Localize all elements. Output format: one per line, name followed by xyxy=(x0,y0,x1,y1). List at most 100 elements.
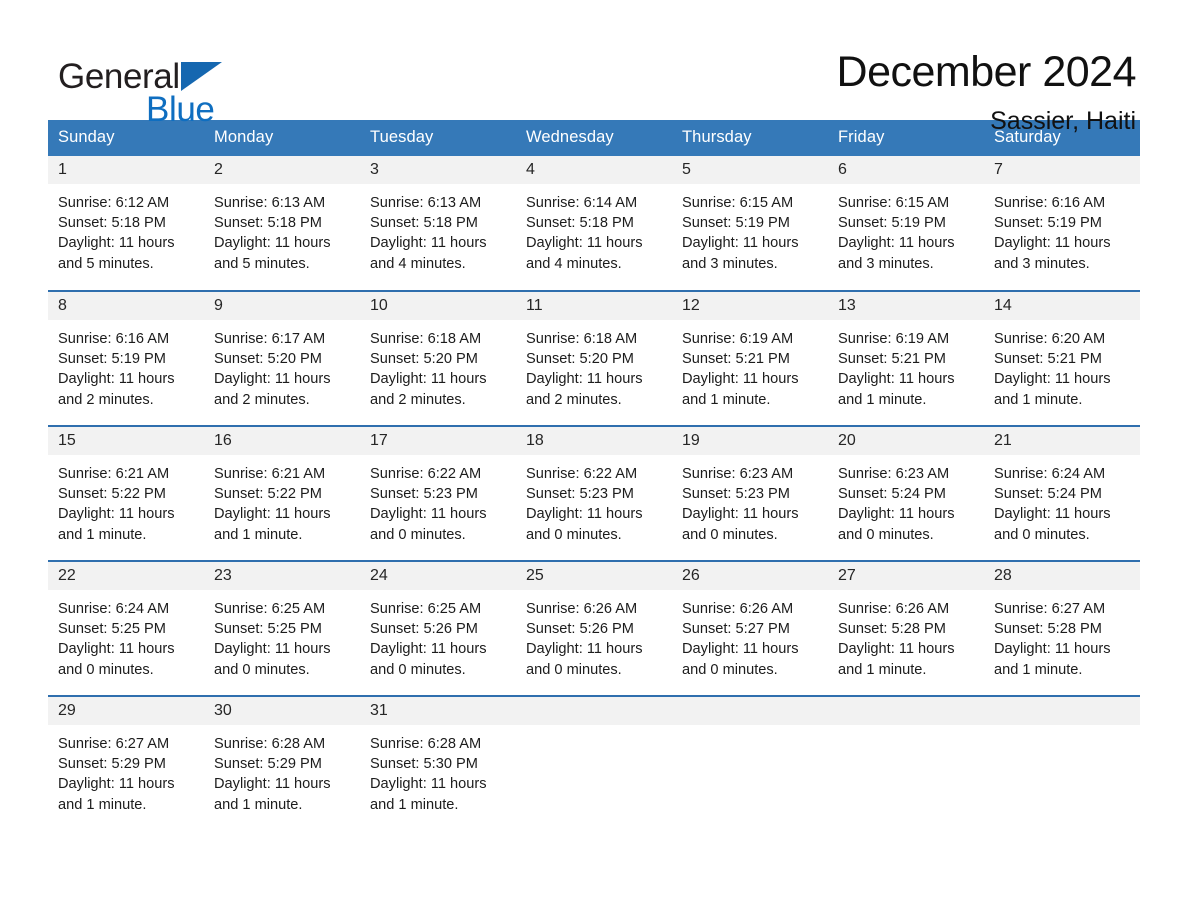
calendar-day-cell[interactable]: 6 Sunrise: 6:15 AM Sunset: 5:19 PM Daylight… xyxy=(828,156,984,291)
daylight-text-line1: Daylight: 11 hours xyxy=(58,506,175,523)
calendar-day-cell[interactable]: 23 Sunrise: 6:25 AM Sunset: 5:25 PM Dayligh… xyxy=(204,561,360,696)
day-details: Sunrise: 6:24 AM Sunset: 5:25 PM Daylight:… xyxy=(48,590,204,680)
sunrise-text: Sunrise: 6:20 AM xyxy=(994,331,1106,347)
calendar-week-row: 1 Sunrise: 6:12 AM Sunset: 5:18 PM Daylight… xyxy=(48,156,1140,291)
calendar-day-cell[interactable]: 20 Sunrise: 6:23 AM Sunset: 5:24 PM Dayligh… xyxy=(828,426,984,561)
daylight-text-line2: and 4 minutes. xyxy=(370,255,466,272)
calendar-day-cell[interactable]: 22 Sunrise: 6:24 AM Sunset: 5:25 PM Dayligh… xyxy=(48,561,204,696)
sunrise-text: Sunrise: 6:22 AM xyxy=(370,466,482,482)
daylight-text-line1: Daylight: 11 hours xyxy=(214,776,331,793)
calendar-day-cell[interactable]: 13 Sunrise: 6:19 AM Sunset: 5:21 PM Dayligh… xyxy=(828,291,984,426)
daylight-text-line1: Daylight: 11 hours xyxy=(526,371,643,388)
day-number xyxy=(984,697,1140,725)
sunset-text: Sunset: 5:19 PM xyxy=(994,215,1102,232)
calendar-day-cell[interactable]: 11 Sunrise: 6:18 AM Sunset: 5:20 PM Dayligh… xyxy=(516,291,672,426)
sunset-text: Sunset: 5:28 PM xyxy=(838,621,946,638)
sunrise-text: Sunrise: 6:25 AM xyxy=(214,601,326,617)
calendar-day-cell[interactable]: 17 Sunrise: 6:22 AM Sunset: 5:23 PM Dayligh… xyxy=(360,426,516,561)
sunrise-text: Sunrise: 6:26 AM xyxy=(682,601,794,617)
daylight-text-line1: Daylight: 11 hours xyxy=(214,371,331,388)
day-number: 19 xyxy=(672,427,828,455)
day-details: Sunrise: 6:20 AM Sunset: 5:21 PM Daylight:… xyxy=(984,320,1140,410)
day-details: Sunrise: 6:22 AM Sunset: 5:23 PM Daylight:… xyxy=(516,455,672,545)
day-number: 26 xyxy=(672,562,828,590)
daylight-text-line1: Daylight: 11 hours xyxy=(682,641,799,658)
daylight-text-line1: Daylight: 11 hours xyxy=(526,641,643,658)
day-details xyxy=(516,725,672,734)
sunrise-text: Sunrise: 6:18 AM xyxy=(370,331,482,347)
calendar-day-cell[interactable]: 5 Sunrise: 6:15 AM Sunset: 5:19 PM Daylight… xyxy=(672,156,828,291)
daylight-text-line1: Daylight: 11 hours xyxy=(994,641,1111,658)
calendar-day-cell[interactable]: 25 Sunrise: 6:26 AM Sunset: 5:26 PM Dayligh… xyxy=(516,561,672,696)
sunset-text: Sunset: 5:29 PM xyxy=(214,756,322,773)
sunrise-text: Sunrise: 6:23 AM xyxy=(682,466,794,482)
day-number: 6 xyxy=(828,156,984,184)
calendar-day-cell[interactable]: 21 Sunrise: 6:24 AM Sunset: 5:24 PM Dayligh… xyxy=(984,426,1140,561)
title-block: December 2024 Sassier, Haiti xyxy=(836,48,1137,136)
sunset-text: Sunset: 5:18 PM xyxy=(214,215,322,232)
sunset-text: Sunset: 5:23 PM xyxy=(370,486,478,503)
day-details: Sunrise: 6:21 AM Sunset: 5:22 PM Daylight:… xyxy=(48,455,204,545)
weekday-header-tuesday: Tuesday xyxy=(360,120,516,156)
calendar-day-cell[interactable]: 30 Sunrise: 6:28 AM Sunset: 5:29 PM Dayligh… xyxy=(204,696,360,831)
calendar-day-cell[interactable]: 14 Sunrise: 6:20 AM Sunset: 5:21 PM Dayligh… xyxy=(984,291,1140,426)
calendar-day-cell[interactable]: 16 Sunrise: 6:21 AM Sunset: 5:22 PM Dayligh… xyxy=(204,426,360,561)
calendar-day-cell[interactable]: 1 Sunrise: 6:12 AM Sunset: 5:18 PM Daylight… xyxy=(48,156,204,291)
calendar-day-cell[interactable]: 4 Sunrise: 6:14 AM Sunset: 5:18 PM Daylight… xyxy=(516,156,672,291)
day-number xyxy=(828,697,984,725)
daylight-text-line1: Daylight: 11 hours xyxy=(994,371,1111,388)
daylight-text-line2: and 0 minutes. xyxy=(682,526,778,543)
page-title: December 2024 xyxy=(836,48,1137,96)
day-number: 4 xyxy=(516,156,672,184)
sunrise-text: Sunrise: 6:26 AM xyxy=(838,601,950,617)
calendar-day-cell[interactable]: 31 Sunrise: 6:28 AM Sunset: 5:30 PM Dayligh… xyxy=(360,696,516,831)
day-number: 24 xyxy=(360,562,516,590)
sunset-text: Sunset: 5:18 PM xyxy=(370,215,478,232)
day-details: Sunrise: 6:24 AM Sunset: 5:24 PM Daylight:… xyxy=(984,455,1140,545)
calendar-day-cell[interactable]: 27 Sunrise: 6:26 AM Sunset: 5:28 PM Dayligh… xyxy=(828,561,984,696)
sunrise-text: Sunrise: 6:14 AM xyxy=(526,195,638,211)
sunset-text: Sunset: 5:29 PM xyxy=(58,756,166,773)
calendar-day-cell[interactable]: 28 Sunrise: 6:27 AM Sunset: 5:28 PM Dayligh… xyxy=(984,561,1140,696)
sunrise-text: Sunrise: 6:24 AM xyxy=(994,466,1106,482)
general-blue-logo: General Blue xyxy=(58,48,318,127)
calendar-day-cell[interactable]: 9 Sunrise: 6:17 AM Sunset: 5:20 PM Daylight… xyxy=(204,291,360,426)
calendar-day-cell[interactable]: 18 Sunrise: 6:22 AM Sunset: 5:23 PM Dayligh… xyxy=(516,426,672,561)
sunset-text: Sunset: 5:27 PM xyxy=(682,621,790,638)
day-number: 13 xyxy=(828,292,984,320)
daylight-text-line2: and 0 minutes. xyxy=(526,526,622,543)
day-number: 30 xyxy=(204,697,360,725)
sunset-text: Sunset: 5:24 PM xyxy=(838,486,946,503)
calendar-day-cell[interactable]: 7 Sunrise: 6:16 AM Sunset: 5:19 PM Daylight… xyxy=(984,156,1140,291)
calendar-day-cell[interactable]: 10 Sunrise: 6:18 AM Sunset: 5:20 PM Dayligh… xyxy=(360,291,516,426)
day-number xyxy=(672,697,828,725)
day-details: Sunrise: 6:26 AM Sunset: 5:26 PM Daylight:… xyxy=(516,590,672,680)
day-number: 21 xyxy=(984,427,1140,455)
calendar-day-cell[interactable]: 24 Sunrise: 6:25 AM Sunset: 5:26 PM Dayligh… xyxy=(360,561,516,696)
daylight-text-line1: Daylight: 11 hours xyxy=(370,641,487,658)
daylight-text-line2: and 1 minute. xyxy=(214,526,303,543)
calendar-day-cell[interactable]: 29 Sunrise: 6:27 AM Sunset: 5:29 PM Dayligh… xyxy=(48,696,204,831)
day-details: Sunrise: 6:27 AM Sunset: 5:28 PM Daylight:… xyxy=(984,590,1140,680)
calendar-day-cell[interactable]: 15 Sunrise: 6:21 AM Sunset: 5:22 PM Dayligh… xyxy=(48,426,204,561)
daylight-text-line1: Daylight: 11 hours xyxy=(994,506,1111,523)
daylight-text-line2: and 1 minute. xyxy=(58,526,147,543)
day-number: 14 xyxy=(984,292,1140,320)
daylight-text-line1: Daylight: 11 hours xyxy=(838,235,955,252)
daylight-text-line1: Daylight: 11 hours xyxy=(838,641,955,658)
calendar-day-cell[interactable]: 19 Sunrise: 6:23 AM Sunset: 5:23 PM Dayligh… xyxy=(672,426,828,561)
daylight-text-line2: and 2 minutes. xyxy=(526,391,622,408)
sunset-text: Sunset: 5:19 PM xyxy=(682,215,790,232)
sunrise-text: Sunrise: 6:12 AM xyxy=(58,195,170,211)
day-number: 23 xyxy=(204,562,360,590)
sunrise-text: Sunrise: 6:28 AM xyxy=(370,736,482,752)
daylight-text-line1: Daylight: 11 hours xyxy=(682,371,799,388)
calendar-day-cell[interactable]: 2 Sunrise: 6:13 AM Sunset: 5:18 PM Daylight… xyxy=(204,156,360,291)
calendar-day-cell[interactable]: 8 Sunrise: 6:16 AM Sunset: 5:19 PM Daylight… xyxy=(48,291,204,426)
sunrise-text: Sunrise: 6:13 AM xyxy=(214,195,326,211)
calendar-day-cell[interactable]: 12 Sunrise: 6:19 AM Sunset: 5:21 PM Dayligh… xyxy=(672,291,828,426)
calendar-day-cell[interactable]: 3 Sunrise: 6:13 AM Sunset: 5:18 PM Daylight… xyxy=(360,156,516,291)
day-number: 2 xyxy=(204,156,360,184)
calendar-day-cell[interactable]: 26 Sunrise: 6:26 AM Sunset: 5:27 PM Dayligh… xyxy=(672,561,828,696)
daylight-text-line1: Daylight: 11 hours xyxy=(526,506,643,523)
